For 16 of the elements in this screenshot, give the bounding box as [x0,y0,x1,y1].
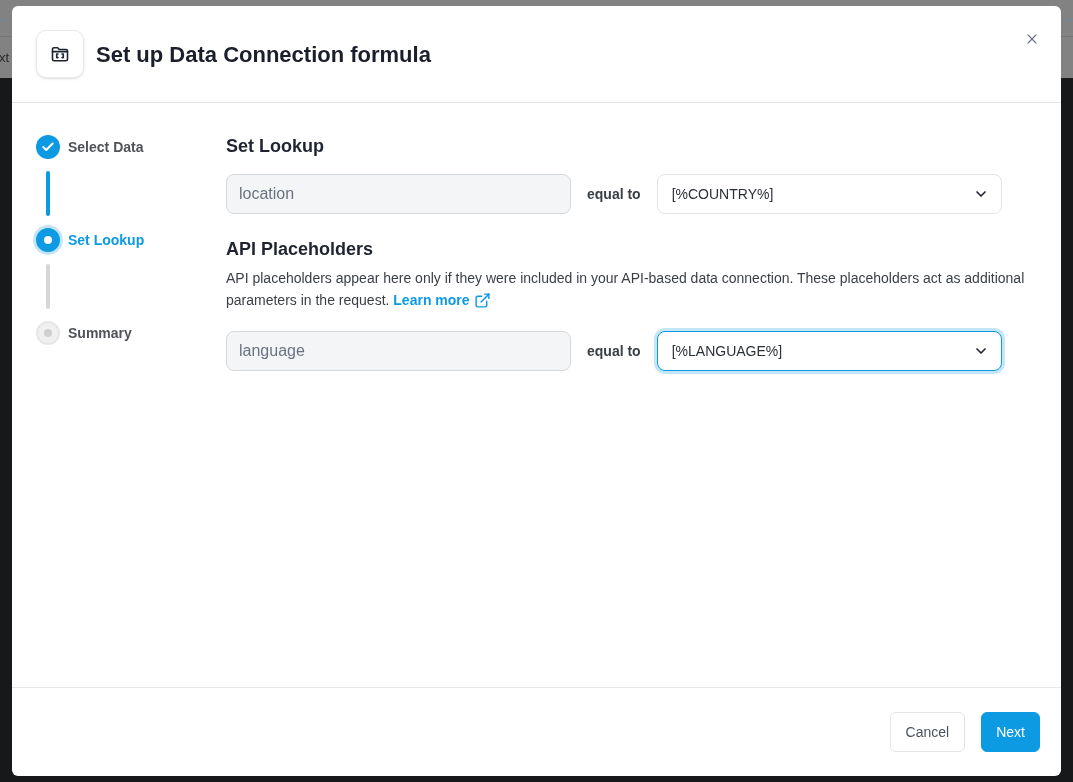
dropdown-select[interactable]: [%COUNTRY%] [656,174,1002,214]
cancel-button[interactable]: Cancel [889,712,966,752]
background-text: xt [0,48,10,67]
dropdown-select[interactable]: [%LANGUAGE%] [656,331,1002,371]
dialog-title: Set up Data Connection formula [96,40,431,69]
section-heading: API Placeholders [226,238,375,261]
step-label[interactable]: Select Data [68,137,144,157]
description-text: API placeholders appear here only if they were included in your API-based data connection. These placeholders act as additional parameters in the request. Learn more [226,267,1037,311]
external-link-icon [473,291,491,309]
operator-label: equal to [587,185,641,204]
step-connector [46,171,50,216]
section-heading: Set Lookup [226,135,325,158]
step-connector [46,264,50,309]
operator-label: equal to [587,342,641,361]
folder-code-icon [36,30,84,78]
step-label[interactable]: Summary [68,323,132,343]
